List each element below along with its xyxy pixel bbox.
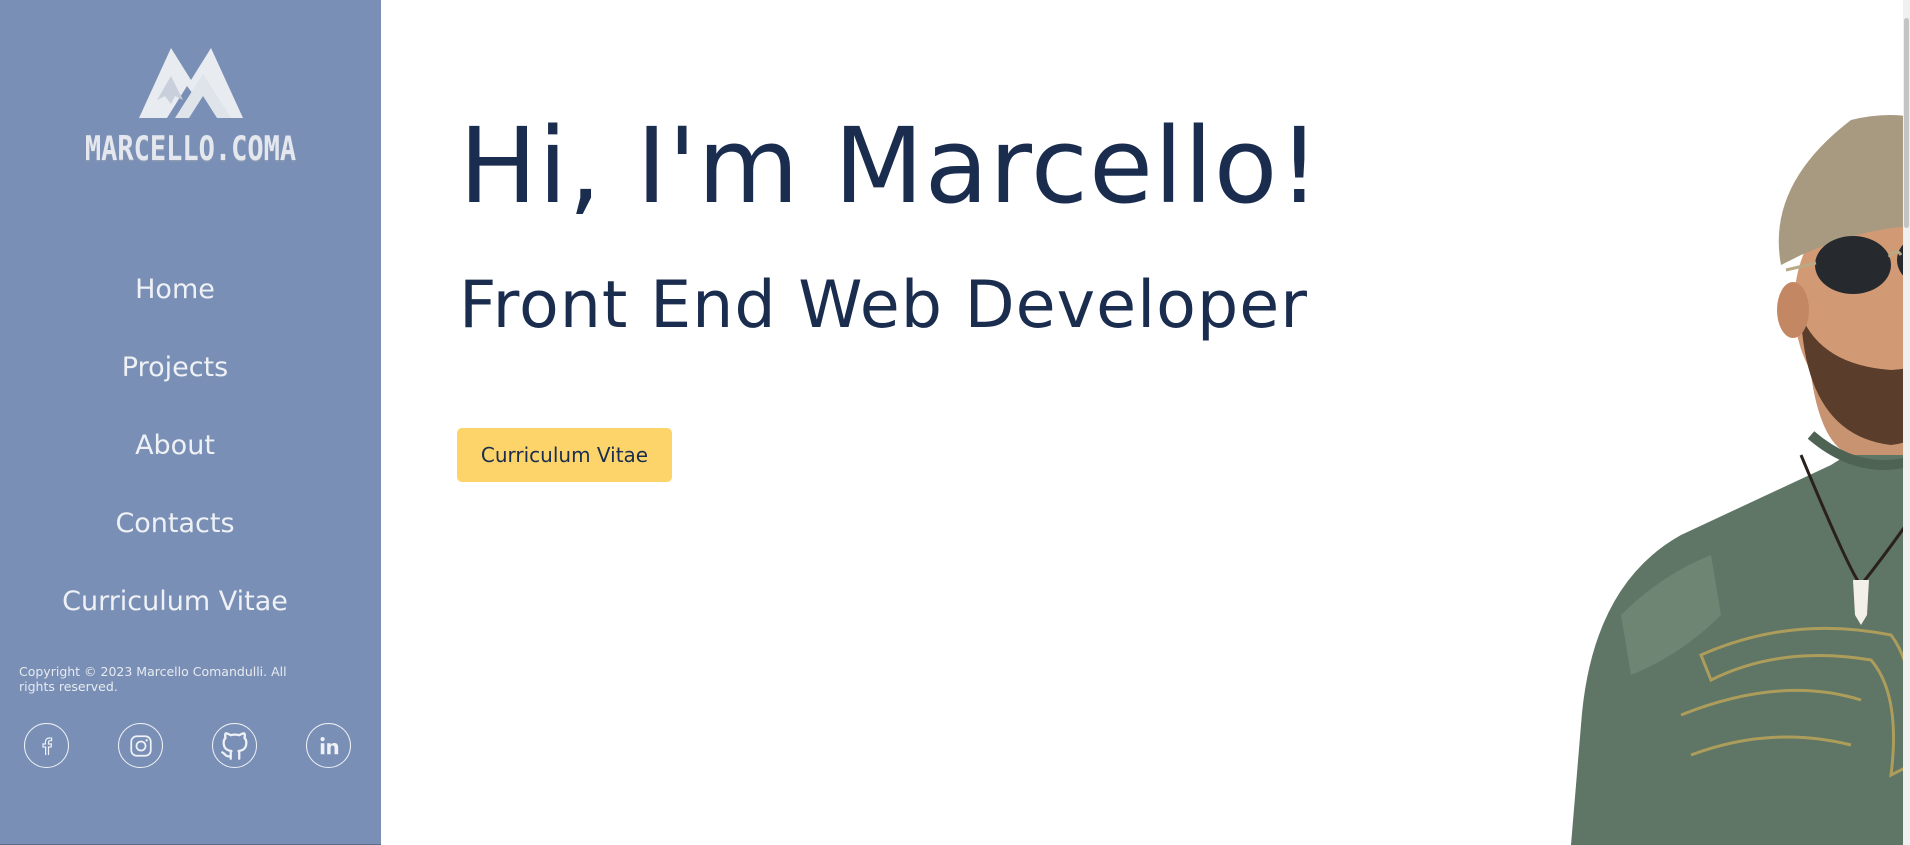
scrollbar[interactable]	[1903, 0, 1910, 845]
linkedin-icon	[319, 736, 338, 754]
page: MARCELLO.COMA Home Projects About Contac…	[0, 0, 1910, 845]
portrait-photo	[1571, 115, 1910, 845]
nav-item-home[interactable]: Home	[0, 250, 350, 328]
nav-item-about[interactable]: About	[0, 406, 350, 484]
curriculum-vitae-button[interactable]: Curriculum Vitae	[457, 428, 672, 482]
sidebar: MARCELLO.COMA Home Projects About Contac…	[0, 0, 381, 845]
facebook-icon	[41, 736, 52, 755]
nav-item-projects[interactable]: Projects	[0, 328, 350, 406]
instagram-link[interactable]	[118, 723, 163, 768]
social-links	[24, 723, 351, 768]
hero-subtitle: Front End Web Developer	[459, 268, 1308, 343]
linkedin-link[interactable]	[306, 723, 351, 768]
sidebar-nav: Home Projects About Contacts Curriculum …	[0, 250, 350, 640]
main-content: Hi, I'm Marcello! Front End Web Develope…	[381, 0, 1910, 845]
instagram-icon	[129, 734, 152, 757]
brand-logo[interactable]: MARCELLO.COMA	[0, 40, 381, 169]
mc-mountain-logo-icon	[138, 48, 243, 118]
scroll-thumb[interactable]	[1904, 18, 1909, 228]
brand-name: MARCELLO.COMA	[84, 130, 297, 169]
github-icon	[220, 731, 247, 760]
facebook-link[interactable]	[24, 723, 69, 768]
nav-item-contacts[interactable]: Contacts	[0, 484, 350, 562]
hero-title: Hi, I'm Marcello!	[459, 105, 1322, 227]
copyright-text: Copyright © 2023 Marcello Comandulli. Al…	[19, 664, 287, 694]
github-link[interactable]	[212, 723, 257, 768]
nav-item-curriculum-vitae[interactable]: Curriculum Vitae	[0, 562, 350, 640]
